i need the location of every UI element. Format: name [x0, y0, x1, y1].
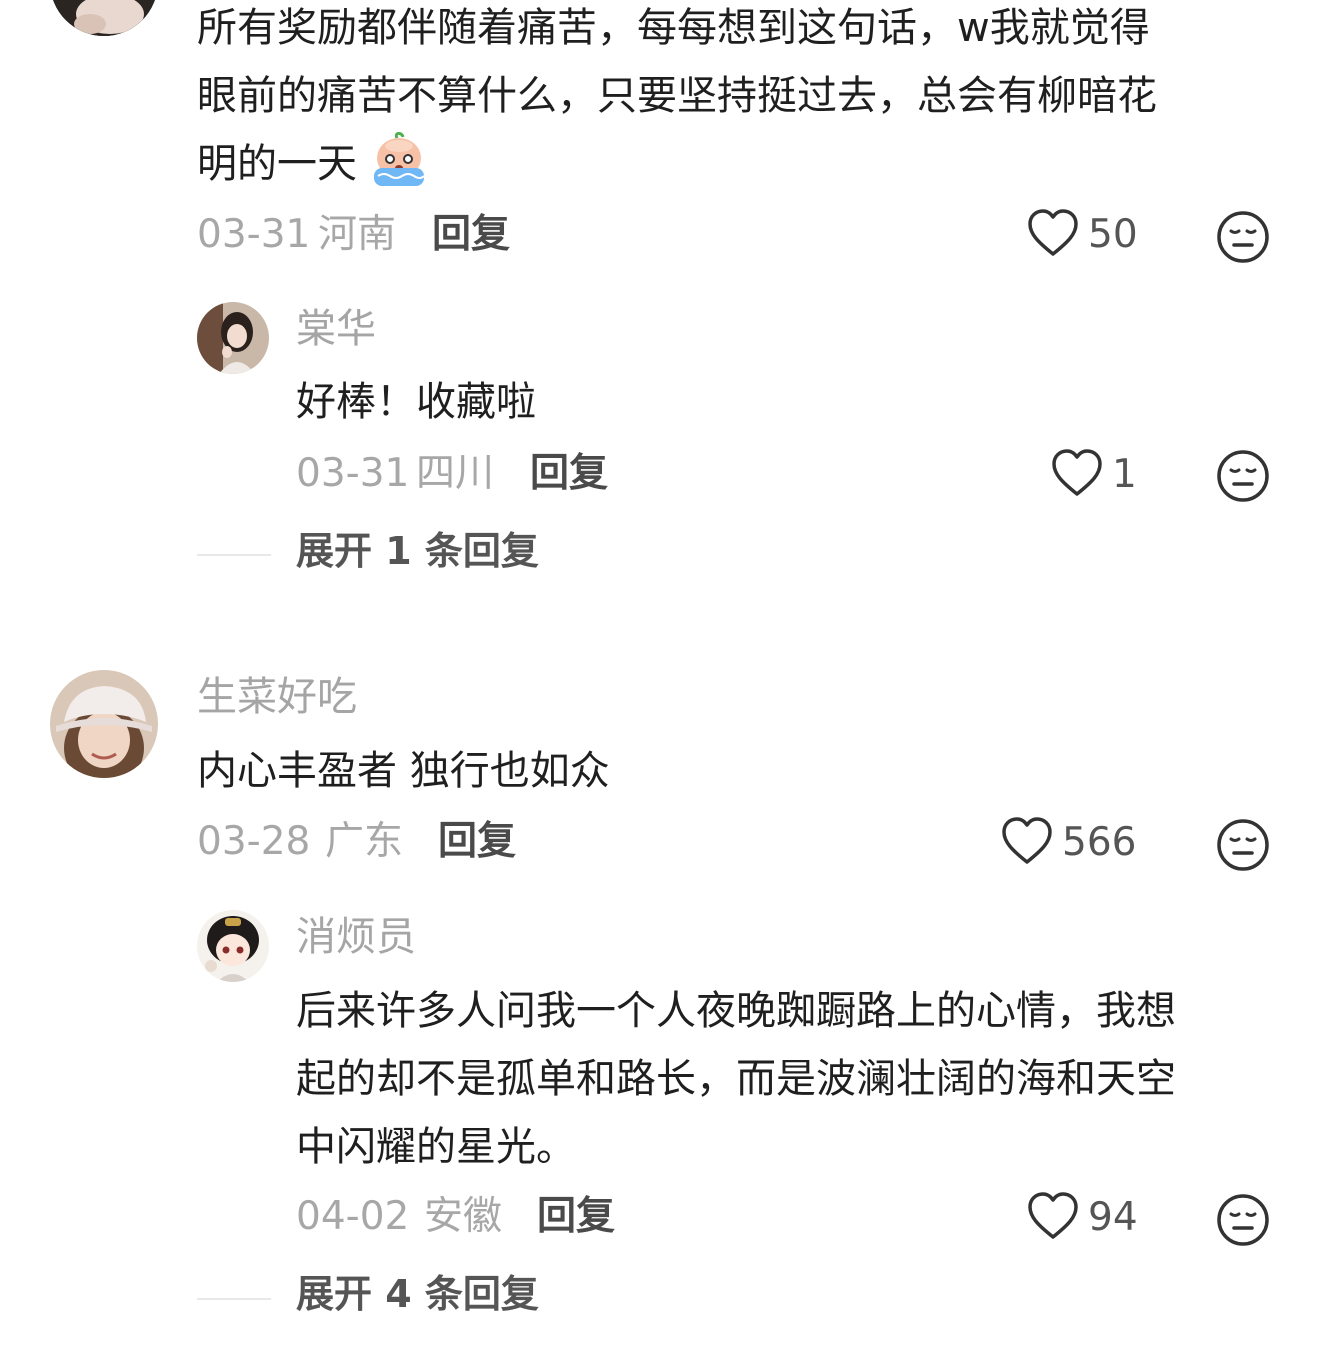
heart-outline-icon	[1026, 1191, 1080, 1245]
heart-outline-icon	[1050, 448, 1104, 502]
reply-text-line: 起的却不是孤单和路长，而是波澜壮阔的海和天空	[296, 1056, 1176, 1102]
reply-button[interactable]: 回复	[438, 817, 516, 867]
reply-button[interactable]: 回复	[530, 449, 608, 499]
neutral-face-icon[interactable]	[1216, 210, 1270, 264]
divider	[197, 1298, 271, 1300]
like-count: 50	[1088, 212, 1138, 257]
avatar[interactable]	[50, 0, 158, 36]
heart-outline-icon	[1026, 208, 1080, 262]
avatar[interactable]	[197, 910, 269, 982]
comment-text-line: 所有奖励都伴随着痛苦，每每想到这句话，w我就觉得	[197, 5, 1150, 51]
reply-text: 好棒！收藏啦	[296, 379, 536, 425]
comment-date: 03-28	[197, 819, 311, 864]
heart-outline-icon	[1000, 816, 1054, 870]
comment-text: 内心丰盈者 独行也如众	[197, 748, 610, 794]
like-button[interactable]: 566	[1000, 815, 1136, 871]
reply-date: 04-02	[296, 1194, 410, 1239]
username[interactable]: 消烦员	[296, 912, 416, 962]
like-button[interactable]: 1	[1050, 447, 1137, 503]
like-count: 566	[1062, 820, 1137, 865]
reply-text-line: 中闪耀的星光。	[296, 1124, 576, 1170]
neutral-face-icon[interactable]	[1216, 449, 1270, 503]
username[interactable]: 棠华	[296, 304, 376, 354]
comment-text-line: 明的一天	[197, 141, 357, 187]
comment-location: 河南	[318, 212, 397, 257]
reply-location: 四川	[416, 451, 495, 496]
comment-text-line: 眼前的痛苦不算什么，只要坚持挺过去，总会有柳暗花	[197, 73, 1157, 119]
neutral-face-icon[interactable]	[1216, 1193, 1270, 1247]
reply-button[interactable]: 回复	[432, 210, 510, 260]
neutral-face-icon[interactable]	[1216, 818, 1270, 872]
comment-date: 03-31	[197, 212, 311, 257]
avatar[interactable]	[197, 302, 269, 374]
username[interactable]: 生菜好吃	[197, 672, 357, 722]
crying-face-emoji	[370, 131, 428, 190]
comment-location: 广东	[325, 819, 404, 864]
reply-date: 03-31	[296, 451, 410, 496]
like-count: 94	[1088, 1195, 1138, 1240]
like-button[interactable]: 94	[1026, 1190, 1138, 1246]
reply-button[interactable]: 回复	[537, 1192, 615, 1242]
reply-location: 安徽	[424, 1194, 503, 1239]
like-button[interactable]: 50	[1026, 207, 1138, 263]
avatar[interactable]	[50, 670, 158, 778]
like-count: 1	[1112, 452, 1137, 497]
divider	[197, 554, 271, 556]
expand-replies-button[interactable]: 展开 4 条回复	[296, 1269, 539, 1319]
reply-text-line: 后来许多人问我一个人夜晚踟蹰路上的心情，我想	[296, 988, 1176, 1034]
expand-replies-button[interactable]: 展开 1 条回复	[296, 526, 539, 576]
